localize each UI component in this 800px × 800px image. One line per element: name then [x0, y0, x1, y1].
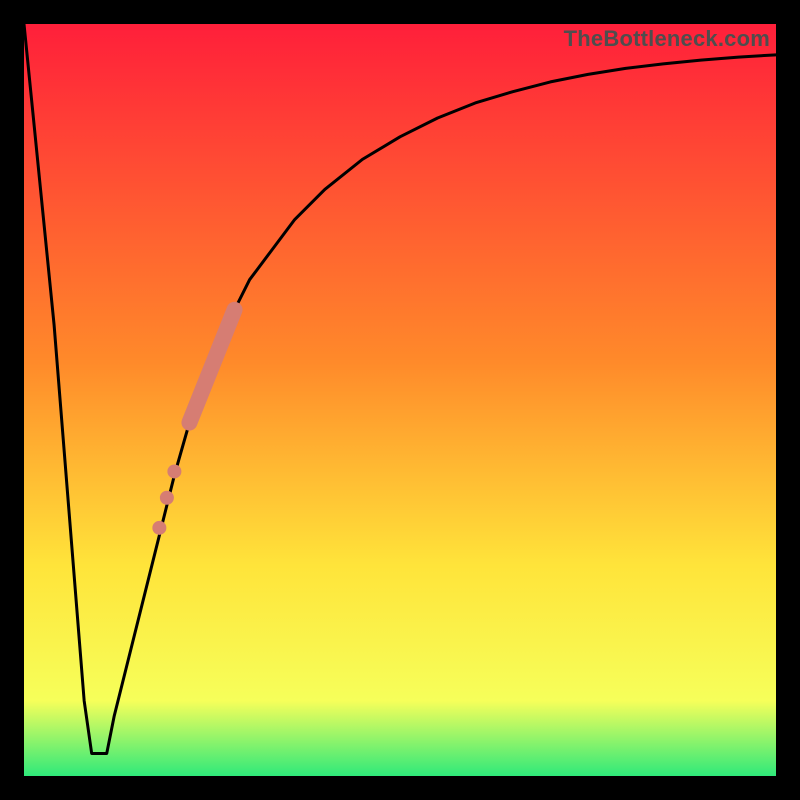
marker-dot — [167, 464, 181, 478]
marker-dot — [152, 521, 166, 535]
chart-frame: TheBottleneck.com — [0, 0, 800, 800]
marker-dot — [160, 491, 174, 505]
bottleneck-chart — [24, 24, 776, 776]
plot-area: TheBottleneck.com — [24, 24, 776, 776]
